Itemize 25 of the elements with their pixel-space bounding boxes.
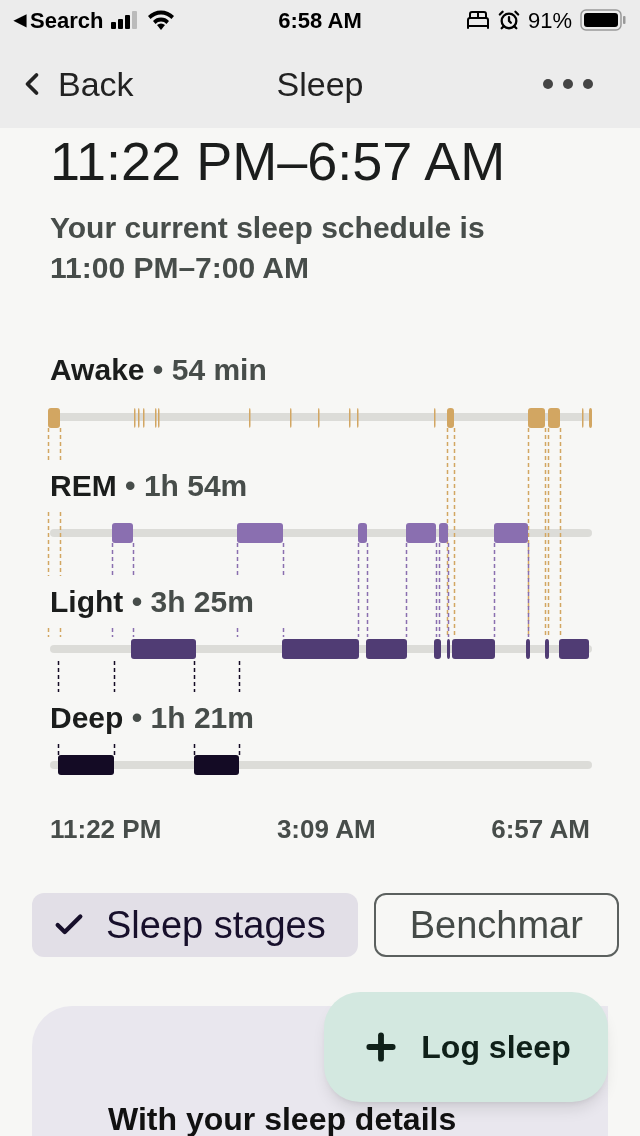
more-options-icon[interactable] — [542, 78, 594, 90]
stage-label: Deep • 1h 21m — [50, 700, 254, 736]
filter-chip[interactable]: Sleep stages — [32, 893, 358, 957]
sleep-time-range: 11:22 PM–6:57 AM — [50, 134, 507, 188]
wifi-icon — [147, 10, 176, 30]
bed-icon — [465, 8, 490, 32]
page-title: Sleep — [275, 63, 365, 105]
status-time: 6:58 AM — [277, 6, 363, 35]
log-sleep-button[interactable]: Log sleep — [324, 992, 608, 1102]
signal-icon — [111, 11, 140, 29]
back-app-label[interactable]: Search — [30, 3, 104, 37]
time-axis-label: 3:09 AM — [276, 813, 376, 846]
time-axis-label: 11:22 PM — [50, 813, 162, 846]
battery-icon — [580, 9, 626, 31]
back-glyph[interactable]: ◀ — [14, 8, 26, 32]
card-text: With your sleep details — [108, 1100, 457, 1136]
alarm-icon — [497, 9, 520, 31]
stage-label: Light • 3h 25m — [50, 584, 254, 620]
battery-percent: 91% — [527, 6, 572, 35]
filter-chip[interactable]: Benchmar — [373, 893, 619, 957]
stage-label: Awake • 54 min — [50, 352, 267, 388]
time-axis-label: 6:57 AM — [491, 813, 590, 846]
back-button[interactable]: Back — [14, 58, 214, 110]
schedule-text: Your current sleep schedule is 11:00 PM–7:00 AM — [50, 210, 486, 286]
stage-label: REM • 1h 54m — [50, 468, 248, 504]
